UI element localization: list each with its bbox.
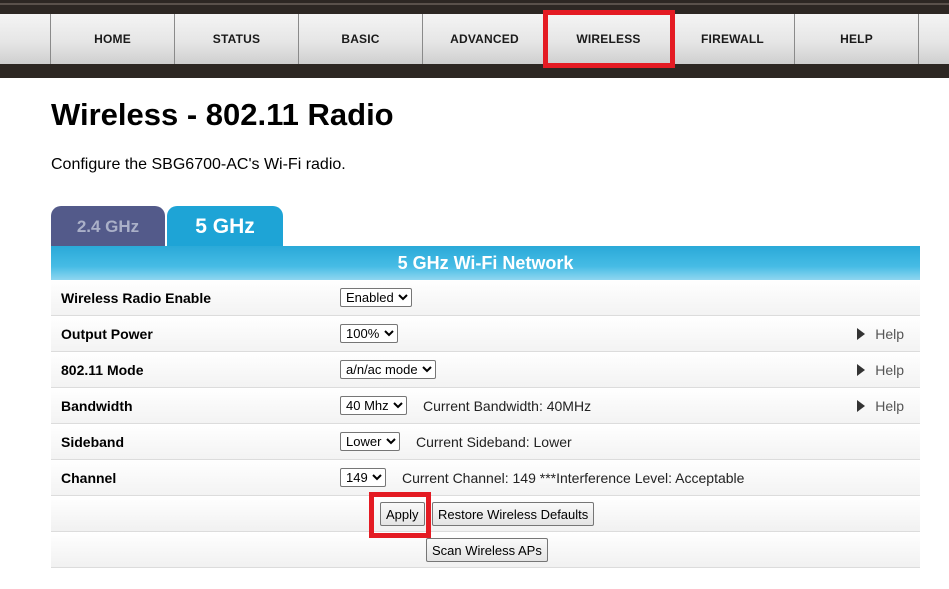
current-channel-text: Current Channel: 149 ***Interference Lev… (402, 469, 745, 486)
row-output-power: Output Power 100% Help (51, 316, 920, 352)
current-bandwidth-text: Current Bandwidth: 40MHz (423, 397, 592, 414)
settings-table: Wireless Radio Enable Enabled Output Pow… (51, 280, 920, 568)
mode-label: 802.11 Mode (61, 362, 144, 378)
row-bandwidth: Bandwidth 40 Mhz Current Bandwidth: 40MH… (51, 388, 920, 424)
nav-basic[interactable]: BASIC (299, 14, 423, 64)
nav-firewall[interactable]: FIREWALL (671, 14, 795, 64)
header-stripe (0, 3, 949, 5)
nav-left-edge (0, 14, 51, 64)
output-power-control: 100% (340, 324, 398, 343)
help-label: Help (875, 398, 904, 414)
nav-right-edge (919, 14, 949, 64)
triangle-right-icon (857, 364, 866, 376)
panel-title: 5 GHz Wi-Fi Network (51, 246, 920, 280)
triangle-right-icon (857, 328, 866, 340)
restore-wireless-defaults-button[interactable]: Restore Wireless Defaults (432, 502, 595, 526)
nav-status[interactable]: STATUS (175, 14, 299, 64)
nav-home[interactable]: HOME (51, 14, 175, 64)
tab-2-4-ghz[interactable]: 2.4 GHz (51, 206, 165, 247)
bandwidth-control: 40 Mhz Current Bandwidth: 40MHz (340, 396, 591, 415)
bandwidth-select[interactable]: 40 Mhz (340, 396, 407, 415)
top-header: HOME STATUS BASIC ADVANCED WIRELESS FIRE… (0, 0, 949, 78)
row-802-11-mode: 802.11 Mode a/n/ac mode Help (51, 352, 920, 388)
channel-label: Channel (61, 470, 117, 486)
output-power-select[interactable]: 100% (340, 324, 398, 343)
output-power-help-link[interactable]: Help (857, 316, 904, 352)
nav-advanced[interactable]: ADVANCED (423, 14, 547, 64)
radio-enable-select[interactable]: Enabled (340, 288, 412, 307)
mode-control: a/n/ac mode (340, 360, 436, 379)
radio-enable-control: Enabled (340, 288, 412, 307)
row-apply-actions: Apply Restore Wireless Defaults (51, 492, 920, 538)
sideband-label: Sideband (61, 434, 125, 450)
bandwidth-help-link[interactable]: Help (857, 388, 904, 424)
page-title: Wireless - 802.11 Radio (51, 97, 394, 132)
nav-help[interactable]: HELP (795, 14, 919, 64)
row-scan-actions: Scan Wireless APs (51, 532, 920, 568)
channel-control: 149 Current Channel: 149 ***Interference… (340, 468, 744, 487)
channel-select[interactable]: 149 (340, 468, 386, 487)
row-channel: Channel 149 Current Channel: 149 ***Inte… (51, 460, 920, 496)
row-radio-enable: Wireless Radio Enable Enabled (51, 280, 920, 316)
triangle-right-icon (857, 400, 866, 412)
radio-enable-label: Wireless Radio Enable (61, 290, 212, 306)
help-label: Help (875, 362, 904, 378)
row-sideband: Sideband Lower Current Sideband: Lower (51, 424, 920, 460)
scan-wireless-aps-button[interactable]: Scan Wireless APs (426, 538, 548, 562)
output-power-label: Output Power (61, 326, 153, 342)
current-sideband-text: Current Sideband: Lower (416, 433, 572, 450)
sideband-control: Lower Current Sideband: Lower (340, 432, 572, 451)
page-description: Configure the SBG6700-AC's Wi-Fi radio. (51, 156, 346, 173)
tab-5-ghz[interactable]: 5 GHz (167, 206, 283, 247)
mode-select[interactable]: a/n/ac mode (340, 360, 436, 379)
help-label: Help (875, 326, 904, 342)
apply-highlight-box (369, 492, 431, 538)
nav-wireless[interactable]: WIRELESS (543, 10, 675, 68)
mode-help-link[interactable]: Help (857, 352, 904, 388)
bandwidth-label: Bandwidth (61, 398, 133, 414)
main-nav: HOME STATUS BASIC ADVANCED WIRELESS FIRE… (0, 10, 949, 68)
sideband-select[interactable]: Lower (340, 432, 400, 451)
